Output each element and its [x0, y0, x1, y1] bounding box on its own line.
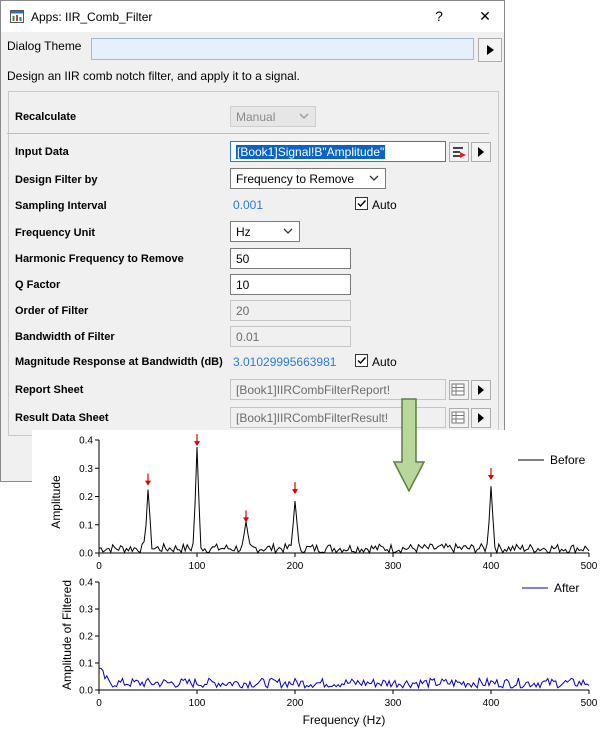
design-filter-by-label: Design Filter by [15, 174, 98, 186]
frequency-unit-select[interactable]: Hz [230, 221, 300, 242]
dialog-description: Design an IIR comb notch filter, and app… [7, 69, 300, 83]
play-icon [478, 147, 484, 157]
before-chart-ylabel: Amplitude [49, 475, 63, 529]
play-icon [478, 413, 484, 423]
input-data-field[interactable]: [Book1]Signal!B"Amplitude" [230, 141, 446, 162]
magnitude-response-label: Magnitude Response at Bandwidth (dB) [15, 356, 223, 368]
sheet-icon [451, 411, 465, 424]
before-x-tick-label: 0 [96, 561, 102, 572]
sampling-interval-auto-label: Auto [372, 198, 397, 212]
help-button[interactable]: ? [427, 6, 451, 26]
result-data-sheet-label: Result Data Sheet [15, 412, 109, 424]
after-x-tick-label: 200 [287, 698, 304, 709]
design-filter-by-select[interactable]: Frequency to Remove [230, 168, 386, 189]
legend-after-label: After [554, 581, 579, 595]
after-y-tick-label: 0.3 [79, 605, 93, 616]
peak-marker-arrow [292, 489, 298, 495]
input-data-value: [Book1]Signal!B"Amplitude" [236, 145, 386, 159]
design-filter-by-value: Frequency to Remove [236, 172, 355, 186]
after-chart-xlabel: Frequency (Hz) [303, 713, 386, 727]
magnitude-response-auto-checkbox[interactable] [355, 354, 368, 367]
sheet-icon [451, 383, 465, 396]
before-y-tick-label: 0.2 [79, 492, 93, 503]
legend-before-label: Before [550, 453, 586, 467]
chevron-down-icon [299, 113, 309, 119]
play-icon [478, 385, 484, 395]
chevron-down-icon [369, 175, 379, 181]
report-sheet-label: Report Sheet [15, 384, 84, 396]
spectrum-charts: 0 100 200 300 400 500 0.0 0.1 0.2 0.3 0.4 Amplitud… [32, 430, 609, 738]
range-select-icon [453, 147, 466, 158]
bandwidth-of-filter-label: Bandwidth of Filter [15, 331, 115, 343]
peak-marker-arrow [488, 475, 494, 481]
after-x-tick-label: 100 [189, 698, 206, 709]
peak-marker-arrow [194, 441, 200, 447]
app-icon [10, 10, 24, 23]
checkmark-icon [357, 357, 367, 365]
recalculate-value: Manual [236, 110, 276, 124]
recalculate-label: Recalculate [15, 111, 77, 123]
report-sheet-picker-button[interactable] [449, 380, 469, 400]
before-x-tick-label: 100 [189, 561, 206, 572]
after-y-tick-label: 0.0 [79, 686, 93, 697]
dialog-theme-menu-button[interactable] [478, 38, 502, 62]
order-of-filter-field: 20 [230, 300, 351, 321]
sampling-interval-label: Sampling Interval [15, 200, 107, 212]
harmonic-frequency-label: Harmonic Frequency to Remove [15, 253, 184, 265]
report-sheet-field[interactable]: [Book1]IIRCombFilterReport! [230, 379, 446, 400]
q-factor-label: Q Factor [15, 279, 61, 291]
dialog-theme-label: Dialog Theme [7, 39, 82, 53]
after-series-line [98, 667, 590, 690]
after-y-tick-label: 0.4 [79, 578, 93, 589]
close-button[interactable]: ✕ [473, 6, 497, 26]
bandwidth-of-filter-field: 0.01 [230, 326, 351, 347]
result-data-sheet-picker-button[interactable] [449, 408, 469, 428]
after-y-tick-label: 0.1 [79, 659, 93, 670]
sampling-interval-auto-checkbox[interactable] [355, 197, 368, 210]
after-chart-ticks: 0 100 200 300 400 500 0.0 0.1 0.2 0.3 0.4 [79, 578, 598, 710]
after-chart-ylabel: Amplitude of Filtered [60, 580, 74, 690]
window-title: Apps: IIR_Comb_Filter [31, 10, 153, 24]
checkmark-icon [357, 200, 367, 208]
spectrum-charts-svg: 0 100 200 300 400 500 0.0 0.1 0.2 0.3 0.4 Amplitud… [49, 434, 598, 727]
after-y-tick-label: 0.2 [79, 632, 93, 643]
before-x-tick-label: 200 [287, 561, 304, 572]
before-x-tick-label: 400 [483, 561, 500, 572]
report-sheet-menu-button[interactable] [471, 380, 491, 400]
before-chart-ticks: 0 100 200 300 400 500 0.0 0.1 0.2 0.3 0.4 [79, 436, 598, 573]
result-data-sheet-menu-button[interactable] [471, 408, 491, 428]
chevron-down-icon [283, 228, 293, 234]
after-x-tick-label: 0 [96, 698, 102, 709]
q-factor-input[interactable]: 10 [230, 274, 351, 295]
frequency-unit-label: Frequency Unit [15, 227, 96, 239]
sampling-interval-value[interactable]: 0.001 [233, 198, 263, 212]
before-y-tick-label: 0.0 [79, 549, 93, 560]
after-x-tick-label: 500 [581, 698, 598, 709]
panel-divider [7, 133, 489, 134]
magnitude-response-auto-label: Auto [372, 355, 397, 369]
before-series-line [98, 447, 590, 555]
input-data-picker-button[interactable] [449, 142, 469, 162]
input-data-label: Input Data [15, 146, 69, 158]
input-data-menu-button[interactable] [471, 142, 491, 162]
title-bar[interactable]: Apps: IIR_Comb_Filter ? ✕ [1, 1, 504, 32]
order-of-filter-label: Order of Filter [15, 305, 89, 317]
dialog-theme-input[interactable] [91, 38, 474, 60]
recalculate-select[interactable]: Manual [230, 106, 316, 127]
frequency-unit-value: Hz [236, 225, 251, 239]
harmonic-frequency-input[interactable]: 50 [230, 248, 351, 269]
down-arrow-icon [393, 398, 425, 492]
magnitude-response-value[interactable]: 3.01029995663981 [233, 355, 336, 369]
peak-marker-arrow [243, 517, 249, 523]
before-y-tick-label: 0.4 [79, 436, 93, 447]
after-x-tick-label: 300 [385, 698, 402, 709]
play-icon [487, 45, 494, 55]
before-x-tick-label: 300 [385, 561, 402, 572]
before-y-tick-label: 0.1 [79, 520, 93, 531]
peak-marker-arrow [145, 480, 151, 486]
before-y-tick-label: 0.3 [79, 464, 93, 475]
after-x-tick-label: 400 [483, 698, 500, 709]
iir-comb-filter-dialog: Apps: IIR_Comb_Filter ? ✕ Dialog Theme D… [0, 0, 505, 482]
before-x-tick-label: 500 [581, 561, 598, 572]
